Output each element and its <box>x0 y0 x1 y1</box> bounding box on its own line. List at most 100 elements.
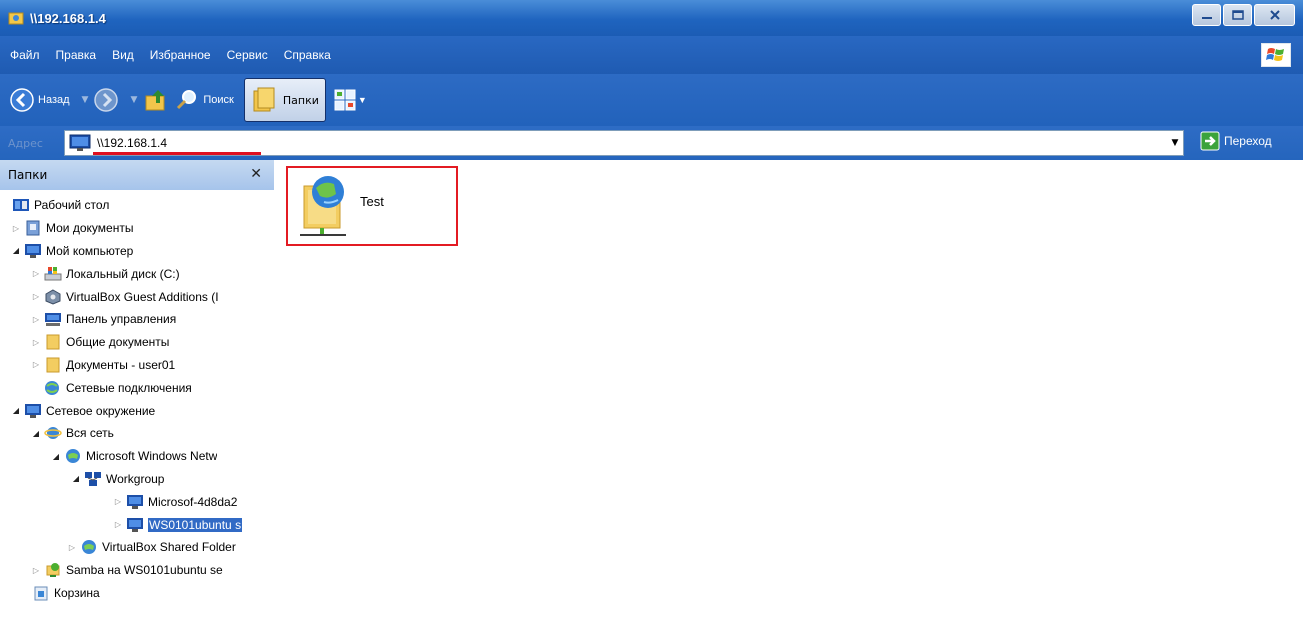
menu-edit[interactable]: Правка <box>48 48 105 62</box>
tree-item-computer-microsof[interactable]: ▷ Microsof-4d8da2 <box>0 490 280 513</box>
folders-pane: Папки ✕ Рабочий стол ▷ Мои документы ◢ М… <box>0 160 280 619</box>
expand-icon[interactable]: ▷ <box>112 497 124 506</box>
forward-button[interactable] <box>94 88 119 112</box>
collapse-icon[interactable]: ◢ <box>30 429 42 438</box>
menu-view[interactable]: Вид <box>104 48 142 62</box>
views-button[interactable]: ▼ <box>334 89 367 111</box>
forward-dropdown-icon[interactable]: ▼ <box>130 95 137 105</box>
window-controls <box>1192 4 1295 26</box>
minimize-icon <box>1201 17 1212 19</box>
tree-item-virtualbox-shared[interactable]: ▷ VirtualBox Shared Folder <box>0 536 280 559</box>
menu-file[interactable]: Файл <box>0 48 48 62</box>
tree-item-windows-network[interactable]: ◢ Microsoft Windows Netw <box>0 445 280 468</box>
tree-item-network-connections[interactable]: Сетевые подключения <box>0 376 280 399</box>
maximize-icon <box>1231 10 1244 20</box>
folders-label: Папки <box>282 93 319 107</box>
control-panel-icon <box>44 311 62 327</box>
address-underline-annotation <box>93 152 261 155</box>
folder-icon <box>44 334 62 350</box>
my-documents-icon <box>24 220 42 236</box>
content-pane: Test <box>280 160 1303 619</box>
views-dropdown-icon: ▼ <box>357 95 367 105</box>
go-button[interactable]: Переход <box>1200 131 1272 151</box>
computer-icon <box>126 494 144 510</box>
address-value: \\192.168.1.4 <box>97 136 168 150</box>
window-title: \\192.168.1.4 <box>30 10 106 26</box>
tree-item-network-places[interactable]: ◢ Сетевое окружение <box>0 399 280 422</box>
collapse-icon[interactable]: ◢ <box>50 452 62 461</box>
collapse-icon[interactable]: ◢ <box>10 246 22 255</box>
tree-item-virtualbox-additions[interactable]: ▷ VirtualBox Guest Additions (I <box>0 285 280 308</box>
tree-item-my-computer[interactable]: ◢ Мой компьютер <box>0 240 280 263</box>
go-arrow-icon <box>1200 131 1220 151</box>
expand-icon[interactable]: ▷ <box>30 315 42 324</box>
search-label: Поиск <box>203 94 234 106</box>
computer-icon <box>126 517 144 533</box>
close-pane-icon[interactable]: ✕ <box>250 166 262 182</box>
tree-item-entire-network[interactable]: ◢ Вся сеть <box>0 422 280 445</box>
expand-icon[interactable]: ▷ <box>30 566 42 575</box>
up-folder-button[interactable] <box>143 87 169 113</box>
views-icon <box>334 89 356 111</box>
recycle-bin-icon <box>32 585 50 601</box>
share-label: Test <box>360 194 384 209</box>
back-dropdown-icon[interactable]: ▼ <box>82 95 89 105</box>
tree-item-samba[interactable]: ▷ Samba на WS0101ubuntu se <box>0 559 280 582</box>
menu-bar: Файл Правка Вид Избранное Сервис Справка <box>0 36 1303 74</box>
minimize-button[interactable] <box>1192 4 1221 26</box>
collapse-icon[interactable]: ◢ <box>10 406 22 415</box>
search-button[interactable]: Поиск <box>175 88 234 112</box>
menu-tools[interactable]: Сервис <box>219 48 276 62</box>
address-input[interactable]: \\192.168.1.4 <box>64 130 1184 156</box>
cd-drive-icon <box>44 289 62 305</box>
tree-item-desktop[interactable]: Рабочий стол <box>0 194 280 217</box>
menu-favorites[interactable]: Избранное <box>142 48 219 62</box>
entire-network-icon <box>44 425 62 441</box>
folder-tree: Рабочий стол ▷ Мои документы ◢ Мой компь… <box>0 194 280 604</box>
search-icon <box>177 90 197 110</box>
forward-arrow-icon <box>94 88 119 112</box>
collapse-icon[interactable]: ◢ <box>70 474 82 483</box>
network-computer-icon <box>69 134 91 151</box>
tree-item-shared-documents[interactable]: ▷ Общие документы <box>0 331 280 354</box>
folders-pane-title: Папки <box>8 168 48 182</box>
workgroup-icon <box>84 471 102 487</box>
expand-icon[interactable]: ▷ <box>30 360 42 369</box>
menu-help[interactable]: Справка <box>276 48 339 62</box>
folders-icon <box>253 87 275 112</box>
tree-item-workgroup[interactable]: ◢ Workgroup <box>0 468 280 491</box>
toolbar: Назад ▼ ▼ Поиск Папки ▼ <box>0 74 1303 126</box>
back-arrow-icon <box>10 88 34 112</box>
tree-item-local-disk[interactable]: ▷ Локальный диск (C:) <box>0 262 280 285</box>
close-icon <box>1269 10 1280 20</box>
address-label: Адрес <box>8 136 43 150</box>
expand-icon[interactable]: ▷ <box>30 269 42 278</box>
windows-logo-icon <box>1261 43 1291 67</box>
tree-item-recycle-bin[interactable]: Корзина <box>0 582 280 605</box>
expand-icon[interactable]: ▷ <box>30 338 42 347</box>
folders-pane-header: Папки ✕ <box>0 160 274 190</box>
tree-item-user-documents[interactable]: ▷ Документы - user01 <box>0 354 280 377</box>
desktop-icon <box>12 197 30 213</box>
network-share-folder-icon <box>300 176 346 236</box>
expand-icon[interactable]: ▷ <box>30 292 42 301</box>
folder-icon <box>44 357 62 373</box>
network-folder-app-icon <box>8 12 24 25</box>
windows-network-icon <box>64 448 82 464</box>
expand-icon[interactable]: ▷ <box>66 543 78 552</box>
folders-button[interactable]: Папки <box>243 78 326 122</box>
tree-item-control-panel[interactable]: ▷ Панель управления <box>0 308 280 331</box>
address-dropdown-icon[interactable]: ▼ <box>1166 134 1184 152</box>
maximize-button[interactable] <box>1223 4 1252 26</box>
samba-share-icon <box>44 562 62 578</box>
close-button[interactable] <box>1254 4 1295 26</box>
tree-item-my-documents[interactable]: ▷ Мои документы <box>0 217 280 240</box>
expand-icon[interactable]: ▷ <box>112 520 124 529</box>
tree-item-computer-ws0101[interactable]: ▷ WS0101ubuntu s <box>0 513 280 536</box>
back-button[interactable]: Назад <box>10 88 70 112</box>
expand-icon[interactable]: ▷ <box>10 224 22 233</box>
computer-icon <box>24 243 42 259</box>
share-item-test[interactable]: Test <box>286 166 458 246</box>
shared-folders-network-icon <box>80 539 98 555</box>
title-bar: \\192.168.1.4 <box>0 0 1303 36</box>
